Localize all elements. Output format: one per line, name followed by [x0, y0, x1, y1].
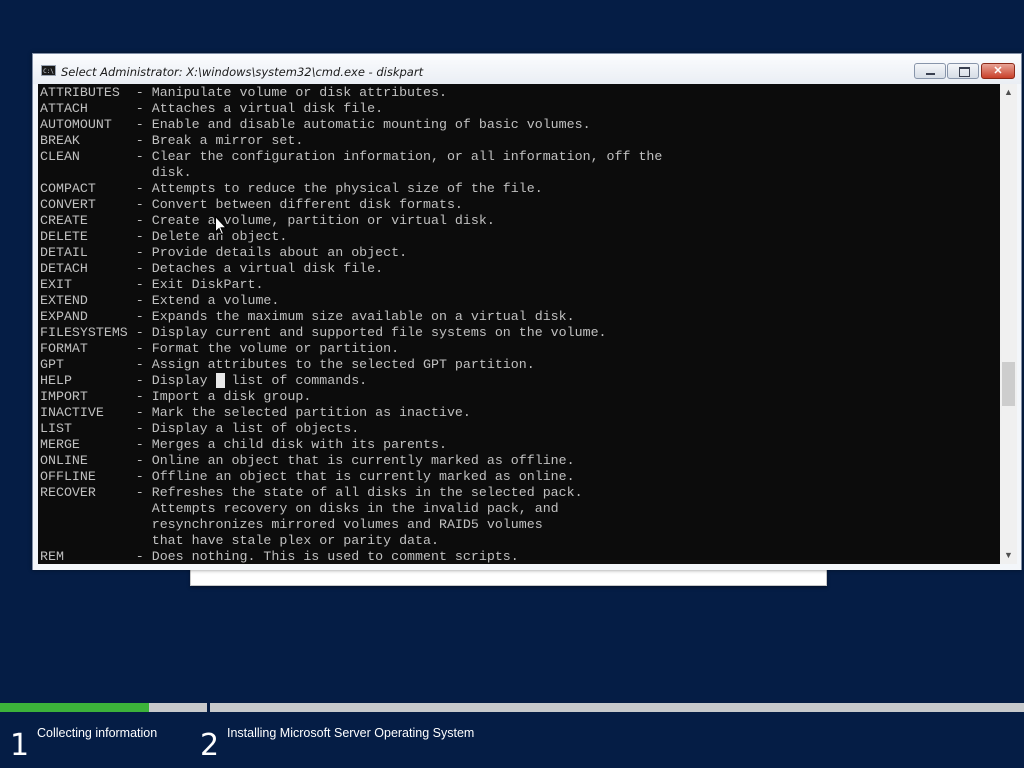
console-line: EXPAND - Expands the maximum size availa… — [40, 309, 575, 324]
step-label: Collecting information — [37, 726, 158, 740]
console-line: LIST - Display a list of objects. — [40, 421, 360, 436]
console-text: ATTRIBUTES - Manipulate volume or disk a… — [40, 85, 662, 564]
console-line: BREAK - Break a mirror set. — [40, 133, 304, 148]
title-bar[interactable]: C:\ Select Administrator: X:\windows\sys… — [33, 54, 1021, 84]
console-output[interactable]: ATTRIBUTES - Manipulate volume or disk a… — [38, 84, 1000, 564]
console-line: RECOVER - Refreshes the state of all dis… — [40, 485, 583, 500]
cmd-icon[interactable]: C:\ — [41, 65, 56, 76]
console-line: EXTEND - Extend a volume. — [40, 293, 280, 308]
step-label: Installing Microsoft Server Operating Sy… — [227, 726, 475, 740]
console-line: OFFLINE - Offline an object that is curr… — [40, 469, 575, 484]
console-line: HELP - Display a list of commands. — [40, 373, 368, 388]
text-cursor — [216, 373, 225, 388]
console-line: GPT - Assign attributes to the selected … — [40, 357, 535, 372]
console-line: DETACH - Detaches a virtual disk file. — [40, 261, 384, 276]
step-number: 2 — [200, 728, 220, 763]
console-line: resynchronizes mirrored volumes and RAID… — [40, 517, 543, 532]
console-line: DELETE - Delete an object. — [40, 229, 288, 244]
console-line: CONVERT - Convert between different disk… — [40, 197, 463, 212]
install-progress-bar — [0, 703, 1024, 712]
console-line: CLEAN - Clear the configuration informat… — [40, 149, 663, 164]
minimize-button[interactable] — [914, 63, 946, 79]
console-line: INACTIVE - Mark the selected partition a… — [40, 405, 471, 420]
window-title: Select Administrator: X:\windows\system3… — [61, 65, 424, 79]
console-line: IMPORT - Import a disk group. — [40, 389, 312, 404]
console-line: ATTRIBUTES - Manipulate volume or disk a… — [40, 85, 447, 100]
step-number: 1 — [10, 728, 30, 763]
console-line: DETAIL - Provide details about an object… — [40, 245, 408, 260]
console-line: EXIT - Exit DiskPart. — [40, 277, 264, 292]
scroll-thumb[interactable] — [1002, 362, 1015, 406]
installer-dialog-edge — [190, 568, 827, 586]
scroll-up-arrow-icon[interactable]: ▲ — [1000, 84, 1017, 101]
console-line: ATTACH - Attaches a virtual disk file. — [40, 101, 384, 116]
console-line: MERGE - Merges a child disk with its par… — [40, 437, 447, 452]
console-line: CREATE - Create a volume, partition or v… — [40, 213, 495, 228]
console-line: FILESYSTEMS - Display current and suppor… — [40, 325, 607, 340]
progress-fill — [0, 703, 150, 712]
console-line: that have stale plex or parity data. — [40, 533, 439, 548]
console-line: REM - Does nothing. This is used to comm… — [40, 549, 519, 564]
console-line: disk. — [40, 165, 192, 180]
console-line: COMPACT - Attempts to reduce the physica… — [40, 181, 543, 196]
console-line: AUTOMOUNT - Enable and disable automatic… — [40, 117, 591, 132]
console-line: Attempts recovery on disks in the invali… — [40, 501, 559, 516]
mouse-pointer-icon — [215, 216, 227, 236]
maximize-button[interactable] — [947, 63, 979, 79]
progress-segment-step2 — [210, 703, 1024, 712]
close-button[interactable] — [981, 63, 1015, 79]
console-line: ONLINE - Online an object that is curren… — [40, 453, 575, 468]
progress-segment-step1 — [0, 703, 207, 712]
vertical-scrollbar[interactable]: ▲ ▼ — [1000, 84, 1017, 564]
console-line: FORMAT - Format the volume or partition. — [40, 341, 400, 356]
cmd-window[interactable]: C:\ Select Administrator: X:\windows\sys… — [32, 53, 1022, 570]
window-bottom-border — [33, 564, 1021, 570]
scroll-down-arrow-icon[interactable]: ▼ — [1000, 547, 1017, 564]
